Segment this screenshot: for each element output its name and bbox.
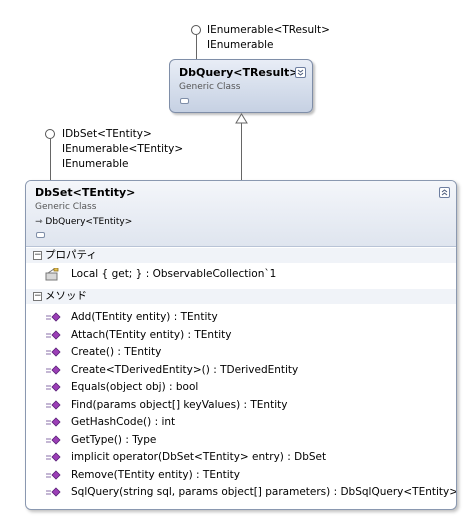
method-row[interactable]: Create<TDerivedEntity>() : TDerivedEntit…: [26, 362, 456, 380]
dbset-class-header: DbSet<TEntity> Generic Class ⇾ DbQuery<T…: [26, 181, 456, 247]
main-interface-connector-line: [50, 139, 51, 181]
method-icon: [46, 399, 61, 410]
property-icon: [45, 268, 59, 281]
method-icon: [46, 329, 61, 340]
method-label: implicit operator(DbSet<TEntity> entry) …: [71, 451, 327, 463]
main-interface-label-0: IDbSet<TEntity>: [62, 128, 152, 140]
properties-collapse-icon[interactable]: −: [33, 251, 42, 260]
property-local-label: Local { get; } : ObservableCollection`1: [71, 268, 277, 280]
method-icon: [46, 417, 61, 427]
inherit-arrow-icon: ⇾: [35, 217, 43, 227]
method-row[interactable]: GetType() : Type: [26, 432, 456, 450]
method-icon: [46, 347, 61, 357]
dbset-class-subtitle: Generic Class: [35, 202, 97, 212]
method-icon: [46, 487, 61, 497]
property-row[interactable]: Local { get; } : ObservableCollection`1: [26, 266, 456, 284]
dbset-collapse-chevron-icon[interactable]: [439, 187, 450, 198]
properties-section-header[interactable]: − プロパティ: [26, 248, 456, 263]
methods-collapse-icon[interactable]: −: [33, 292, 42, 301]
methods-section-header[interactable]: − メソッド: [26, 289, 456, 304]
method-row[interactable]: Attach(TEntity entity) : TEntity: [26, 327, 456, 345]
method-icon: [46, 469, 61, 480]
main-interface-label-2: IEnumerable: [62, 158, 129, 170]
main-interface-labels: IDbSet<TEntity> IEnumerable<TEntity> IEn…: [62, 127, 183, 172]
main-interface-lollipop-icon: [45, 129, 55, 139]
method-row[interactable]: Add(TEntity entity) : TEntity: [26, 309, 456, 327]
top-interface-labels: IEnumerable<TResult> IEnumerable: [207, 23, 330, 53]
top-interface-connector-line: [196, 35, 197, 59]
method-label: Find(params object[] keyValues) : TEntit…: [71, 398, 288, 411]
dbset-base-ref: ⇾ DbQuery<TEntity>: [35, 216, 132, 228]
method-label: Add(TEntity entity) : TEntity: [71, 311, 218, 323]
method-label: Create() : TEntity: [71, 346, 162, 358]
method-label: Remove(TEntity entity) : TEntity: [71, 468, 240, 481]
method-row[interactable]: Create() : TEntity: [26, 344, 456, 362]
method-label: GetType() : Type: [71, 433, 157, 446]
method-row[interactable]: GetHashCode() : int: [26, 414, 456, 432]
method-icon: [46, 452, 61, 462]
dbset-base-ref-label: DbQuery<TEntity>: [45, 217, 133, 227]
method-row[interactable]: Equals(object obj) : bool: [26, 379, 456, 397]
inheritance-arrow: [235, 113, 248, 182]
dbquery-class-subtitle: Generic Class: [179, 82, 241, 92]
method-label: Equals(object obj) : bool: [71, 381, 199, 393]
dbset-class-title: DbSet<TEntity>: [35, 186, 136, 199]
method-label: Attach(TEntity entity) : TEntity: [71, 328, 232, 341]
main-interface-label-1: IEnumerable<TEntity>: [62, 143, 184, 155]
method-icon: [46, 382, 61, 392]
method-icon: [46, 364, 61, 375]
method-icon: [46, 434, 61, 445]
dbset-class-box[interactable]: DbSet<TEntity> Generic Class ⇾ DbQuery<T…: [25, 180, 457, 510]
method-icon: [46, 312, 61, 322]
method-row[interactable]: implicit operator(DbSet<TEntity> entry) …: [26, 449, 456, 467]
top-interface-label-1: IEnumerable: [207, 39, 274, 51]
dbquery-class-box[interactable]: DbQuery<TResult> Generic Class: [169, 59, 313, 113]
top-interface-label-0: IEnumerable<TResult>: [207, 24, 330, 36]
properties-section-label: プロパティ: [45, 249, 97, 261]
dbquery-class-shape-icon: [180, 98, 189, 104]
dbquery-class-title: DbQuery<TResult>: [179, 66, 299, 79]
method-row[interactable]: SqlQuery(string sql, params object[] par…: [26, 484, 456, 502]
method-row[interactable]: Remove(TEntity entity) : TEntity: [26, 467, 456, 485]
method-label: GetHashCode() : int: [71, 416, 176, 428]
method-label: SqlQuery(string sql, params object[] par…: [71, 486, 457, 498]
dbset-class-shape-icon: [36, 232, 45, 238]
method-row[interactable]: Find(params object[] keyValues) : TEntit…: [26, 397, 456, 415]
top-interface-lollipop-icon: [191, 25, 201, 35]
methods-section-label: メソッド: [45, 290, 87, 302]
method-label: Create<TDerivedEntity>() : TDerivedEntit…: [71, 363, 299, 376]
dbquery-expand-chevron-icon[interactable]: [295, 67, 306, 78]
